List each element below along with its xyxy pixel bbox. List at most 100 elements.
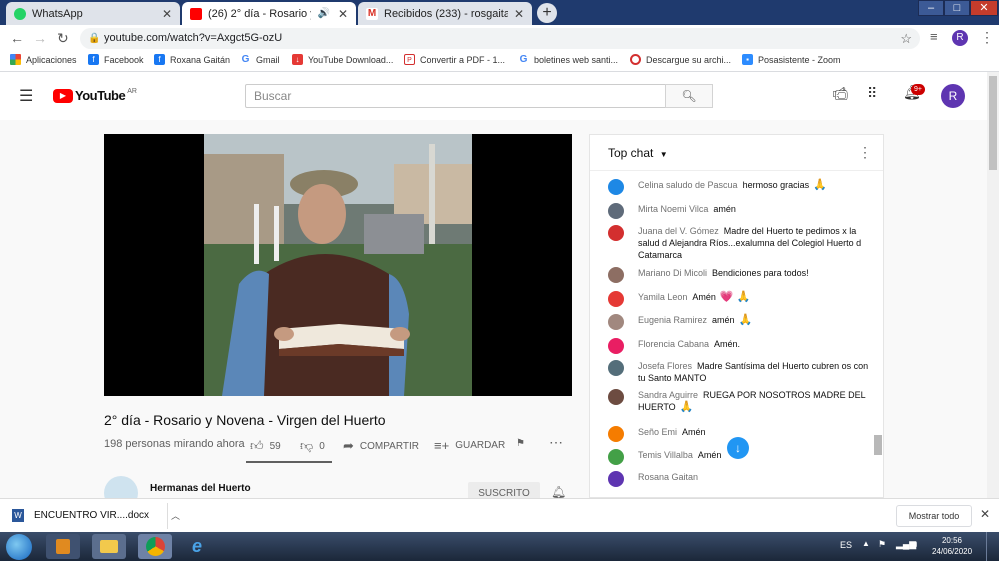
chat-author[interactable]: Celina saludo de Pascua — [638, 180, 738, 190]
search-input[interactable]: Buscar — [245, 84, 666, 108]
account-avatar[interactable]: R — [941, 84, 965, 108]
chat-author[interactable]: Sandra Aguirre — [638, 390, 698, 400]
new-tab-button[interactable]: + — [537, 3, 557, 23]
bookmark-pdf[interactable]: P Convertir a PDF - 1... — [404, 54, 505, 65]
show-hidden-icons-icon[interactable]: ▲ — [862, 539, 870, 548]
bookmark-yt-download[interactable]: ↓ YouTube Download... — [292, 54, 393, 65]
profile-avatar[interactable]: R — [952, 30, 968, 46]
chat-scrollbar-thumb[interactable] — [874, 435, 882, 455]
taskbar-chrome[interactable] — [138, 534, 172, 559]
hamburger-menu-icon[interactable]: ☰ — [19, 86, 33, 106]
apps-grid-icon[interactable]: ⠿ — [867, 85, 877, 102]
bookmark-star-icon[interactable]: ☆ — [900, 28, 912, 49]
back-icon[interactable]: ← — [10, 30, 24, 46]
youtube-logo[interactable]: ▶ YouTube AR — [53, 88, 137, 103]
media-queue-icon[interactable]: ≡ — [930, 29, 938, 44]
start-button[interactable] — [6, 534, 32, 560]
tab-whatsapp[interactable]: WhatsApp ✕ — [6, 2, 180, 25]
chat-author[interactable]: Josefa Flores — [638, 361, 692, 371]
chat-message[interactable]: Celina saludo de Pascua hermoso gracias 🙏 — [608, 179, 870, 195]
close-window-button[interactable]: ✕ — [970, 0, 998, 16]
show-desktop-button[interactable] — [986, 532, 999, 561]
forward-icon[interactable]: → — [33, 30, 47, 46]
notification-bell-icon[interactable]: 🔔︎ — [551, 485, 566, 499]
taskbar-media-player[interactable] — [46, 534, 80, 559]
taskbar-ie[interactable]: e — [184, 534, 218, 559]
maximize-button[interactable]: □ — [944, 0, 970, 16]
page-scrollbar[interactable] — [987, 72, 999, 498]
bookmark-roxana[interactable]: f Roxana Gaitán — [154, 54, 230, 65]
bookmark-descargue[interactable]: Descargue su archi... — [630, 54, 731, 65]
chat-author[interactable]: Yamila Leon — [638, 292, 687, 302]
share-button[interactable]: ➦ COMPARTIR — [343, 438, 419, 454]
taskbar-file-explorer[interactable] — [92, 534, 126, 559]
chat-author[interactable]: Mirta Noemi Vilca — [638, 204, 708, 214]
chevron-up-icon[interactable]: ︿ — [171, 509, 180, 522]
bookmark-label: Aplicaciones — [26, 54, 77, 65]
chat-author[interactable]: Rosana Gaitan — [638, 472, 698, 482]
reload-icon[interactable]: ↻ — [57, 30, 69, 47]
download-item[interactable]: W ENCUENTRO VIR....docx ︿ — [12, 509, 180, 522]
divider — [167, 503, 168, 529]
chat-menu-kebab-icon[interactable]: ⋮ — [858, 144, 872, 161]
clock[interactable]: 20:56 24/06/2020 — [932, 535, 972, 557]
chat-message[interactable]: Sandra Aguirre RUEGA POR NOSOTROS MADRE D… — [608, 389, 870, 413]
clock-time: 20:56 — [941, 536, 963, 545]
tray-flag-icon[interactable]: ⚑ — [878, 539, 886, 550]
chat-avatar — [608, 449, 624, 465]
bookmark-facebook[interactable]: f Facebook — [88, 54, 144, 65]
save-button[interactable]: ≡+ GUARDAR — [434, 438, 505, 453]
speaker-icon[interactable]: 🔊 — [317, 8, 329, 19]
chat-author[interactable]: Eugenia Ramirez — [638, 315, 707, 325]
chat-author[interactable]: Seño Emi — [638, 427, 677, 437]
close-download-bar-icon[interactable]: ✕ — [980, 507, 990, 521]
chat-scrollbar[interactable] — [872, 171, 883, 497]
channel-name[interactable]: Hermanas del Huerto — [150, 483, 251, 494]
chat-mode-dropdown[interactable]: Top chat ▼ — [608, 146, 668, 160]
video-player[interactable] — [104, 134, 572, 396]
chat-author[interactable]: Mariano Di Micoli — [638, 268, 707, 278]
close-tab-icon[interactable]: ✕ — [514, 7, 524, 21]
chat-message[interactable]: Josefa Flores Madre Santísima del Huerto … — [608, 360, 870, 384]
chat-message[interactable]: Rosana Gaitan — [608, 471, 870, 487]
address-bar[interactable]: 🔒 youtube.com/watch?v=Axgct5G-ozU ☆ — [80, 28, 920, 49]
like-button[interactable]: 👍︎ 59 — [250, 438, 281, 454]
chat-avatar — [608, 338, 624, 354]
show-all-button[interactable]: Mostrar todo — [896, 505, 972, 527]
tab-gmail[interactable]: M Recibidos (233) - rosgaita@gmai ✕ — [358, 2, 532, 25]
chat-author[interactable]: Temis Villalba — [638, 450, 693, 460]
tab-youtube[interactable]: (26) 2° día - Rosario y Nove 🔊 ✕ — [182, 2, 356, 25]
page-scrollbar-thumb[interactable] — [989, 76, 997, 170]
chat-author[interactable]: Florencia Cabana — [638, 339, 709, 349]
chat-message[interactable]: Florencia Cabana Amén. — [608, 338, 870, 354]
flag-icon[interactable]: ⚑ — [516, 438, 525, 449]
chat-message[interactable]: Juana del V. Gómez Madre del Huerto te pe… — [608, 225, 870, 261]
chat-message[interactable]: Yamila Leon Amén 💗 🙏 — [608, 291, 870, 307]
scroll-to-bottom-button[interactable]: ↓ — [727, 437, 749, 459]
bookmark-boletines[interactable]: G boletines web santi... — [518, 54, 618, 65]
more-actions-icon[interactable]: ⋯ — [549, 434, 563, 451]
minimize-button[interactable]: – — [918, 0, 944, 16]
language-indicator[interactable]: ES — [840, 540, 852, 550]
chat-message-body: Sandra Aguirre RUEGA POR NOSOTROS MADRE D… — [638, 389, 870, 413]
search-button[interactable]: 🔍︎ — [665, 84, 713, 108]
volume-icon[interactable]: 🔈︎ — [914, 539, 919, 550]
chat-message-body: Juana del V. Gómez Madre del Huerto te pe… — [638, 225, 870, 261]
bookmark-label: Descargue su archi... — [646, 54, 732, 65]
chat-message-body: Seño Emi Amén — [638, 426, 870, 438]
bookmark-gmail[interactable]: G Gmail — [240, 54, 280, 65]
create-video-icon[interactable]: 📹︎ — [832, 86, 849, 102]
bookmark-apps[interactable]: Aplicaciones — [10, 54, 77, 65]
chat-message-body: Josefa Flores Madre Santísima del Huerto … — [638, 360, 870, 384]
close-tab-icon[interactable]: ✕ — [338, 7, 348, 21]
chat-author[interactable]: Juana del V. Gómez — [638, 226, 719, 236]
chat-message[interactable]: Eugenia Ramirez amén 🙏 — [608, 314, 870, 330]
menu-kebab-icon[interactable]: ⋮ — [980, 29, 994, 46]
chat-message[interactable]: Mariano Di Micoli Bendiciones para todos! — [608, 267, 870, 283]
chat-message[interactable]: Mirta Noemi Vilca amén — [608, 203, 870, 219]
close-tab-icon[interactable]: ✕ — [162, 7, 172, 21]
bookmark-zoom[interactable]: ▪ Posasistente - Zoom — [742, 54, 841, 65]
dislike-button[interactable]: 👎︎ 0 — [300, 438, 325, 454]
chat-avatar — [608, 179, 624, 195]
dislike-count: 0 — [319, 440, 325, 452]
